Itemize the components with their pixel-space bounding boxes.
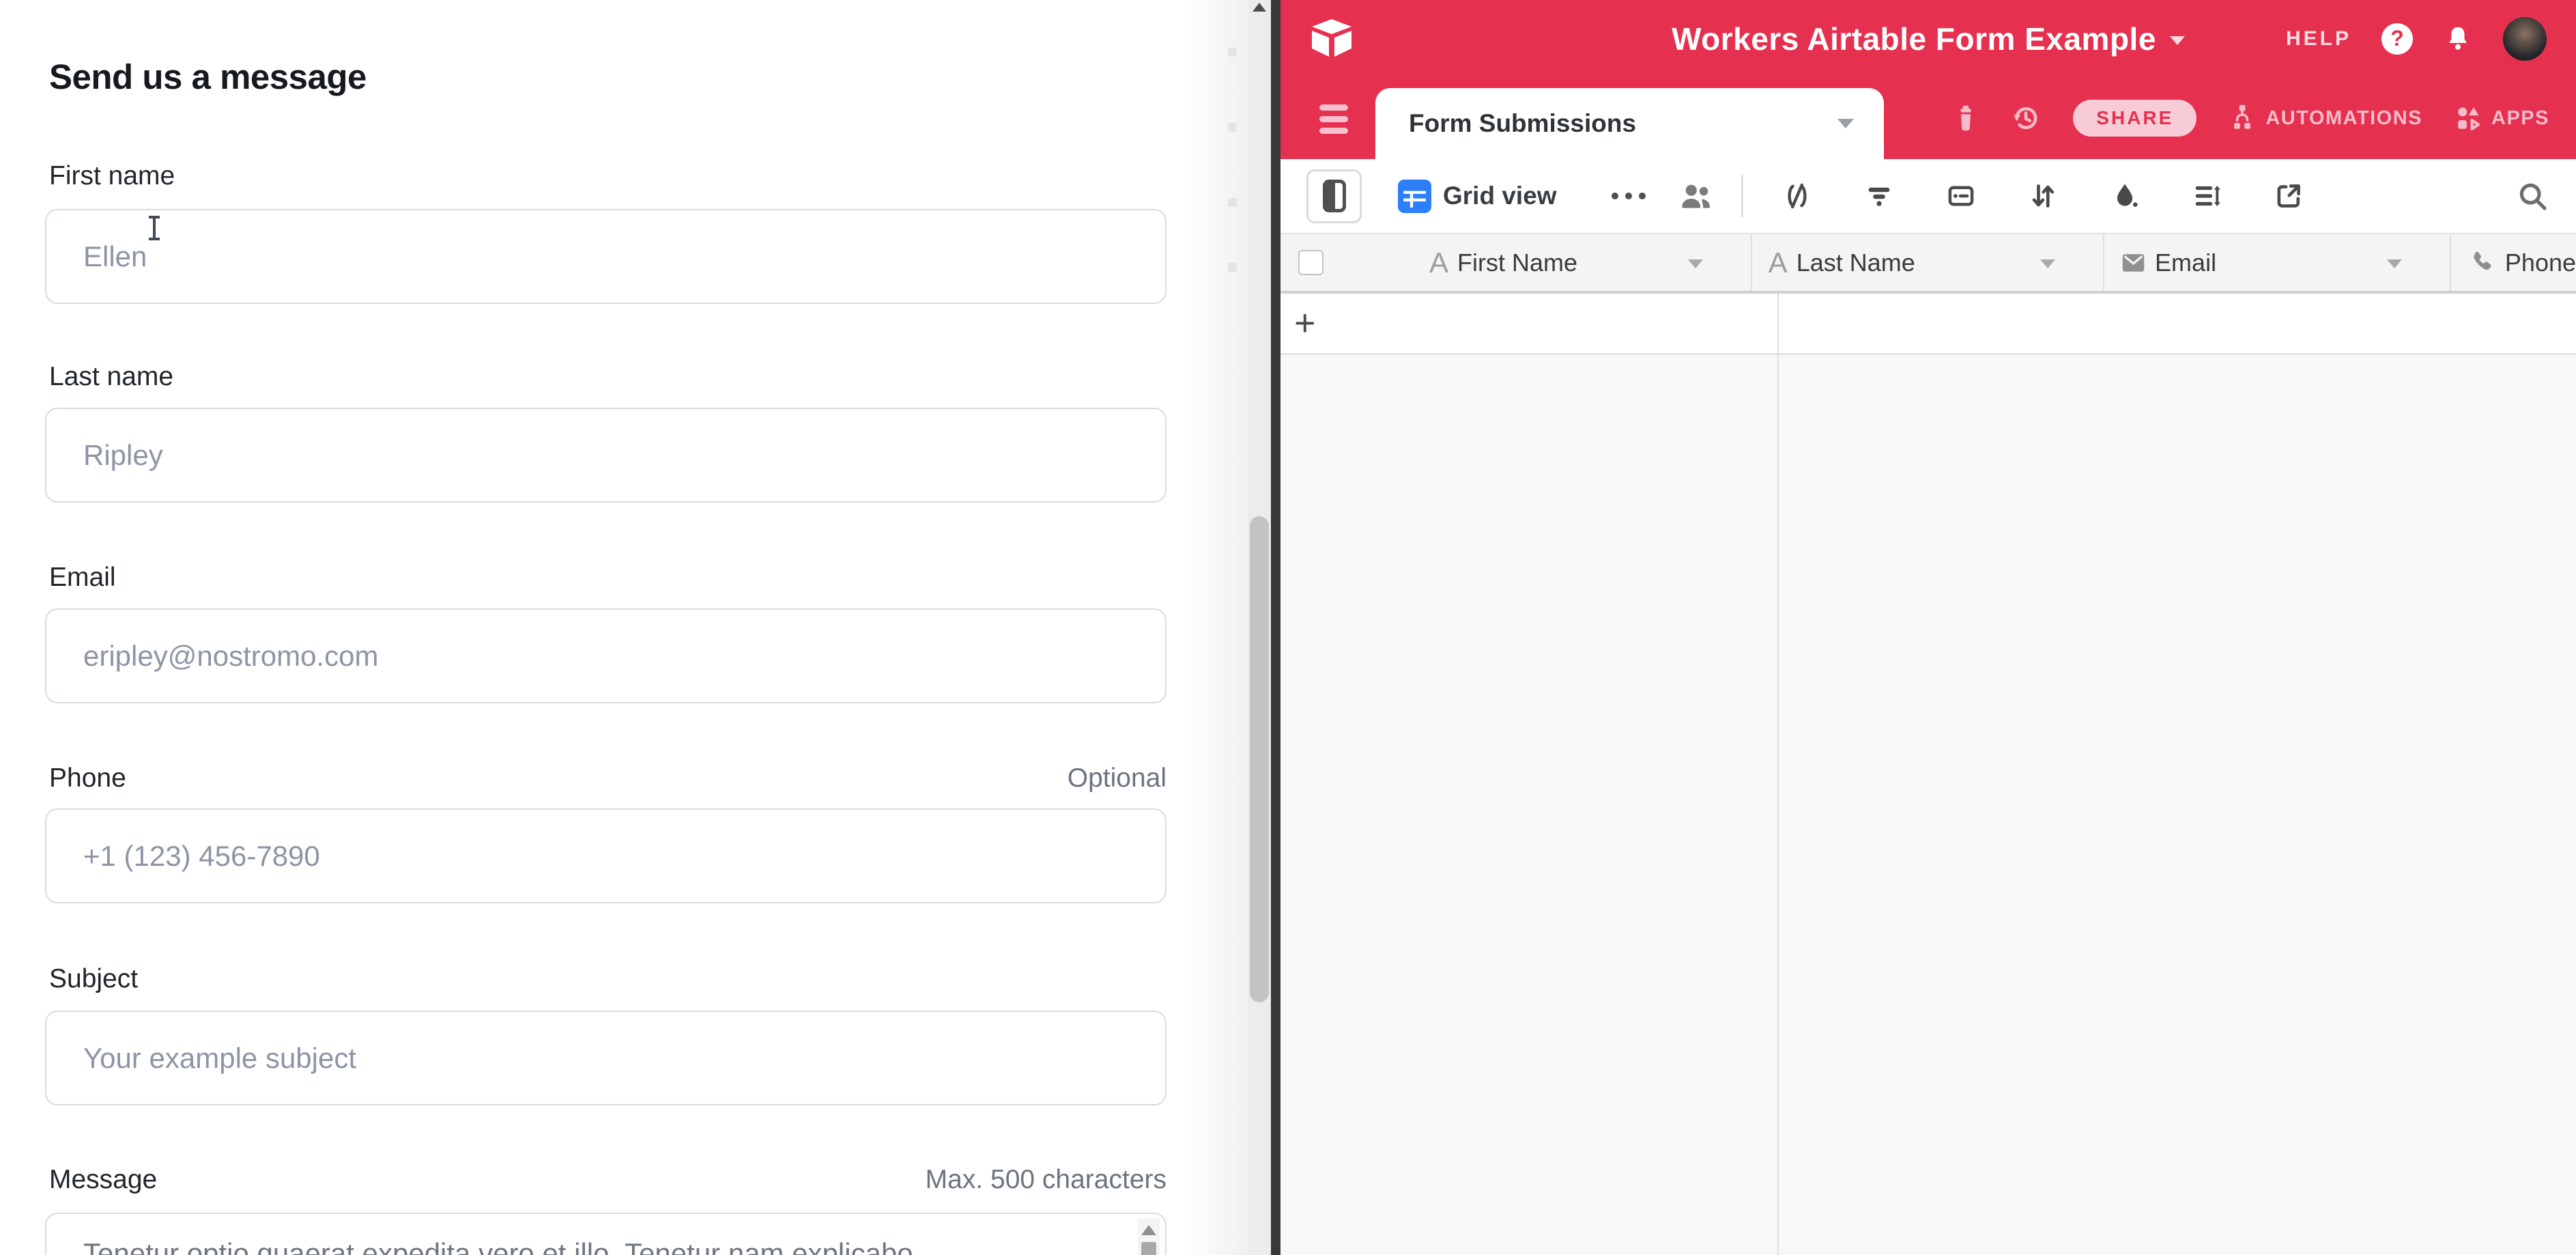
text-field-icon [1429,249,1448,277]
share-button[interactable]: SHARE [2073,100,2196,137]
color-fill-icon[interactable] [2109,180,2141,212]
help-button[interactable]: HELP [2286,27,2351,51]
text-cursor-icon [147,216,161,240]
search-icon[interactable] [2516,180,2549,212]
page-scrollbar-thumb[interactable] [1250,516,1269,1002]
chevron-down-icon[interactable] [1688,259,1703,268]
table-name: Form Submissions [1409,109,1636,138]
toggle-sidebar-button[interactable] [1306,169,1362,223]
form-title: Send us a message [49,57,367,97]
panel-icon [1323,180,1346,212]
filter-icon[interactable] [1863,180,1895,212]
open-view-icon[interactable] [2273,180,2304,212]
splitter-dot [1228,123,1237,132]
envelope-icon [2121,253,2146,273]
airtable-topbar: Workers Airtable Form Example HELP [1280,0,2576,77]
row-height-icon[interactable] [2191,180,2222,212]
first-name-placeholder: Ellen [83,240,147,273]
splitter-dot [1228,198,1237,207]
chevron-down-icon[interactable] [2170,36,2185,45]
message-textarea[interactable]: Tenetur optio quaerat expedita vero et i… [45,1213,1167,1255]
hamburger-menu-icon[interactable] [1319,104,1348,139]
first-name-label: First name [49,161,175,191]
message-scrollbar-thumb[interactable] [1141,1242,1156,1255]
frozen-column-divider [1777,294,1779,1255]
email-label: Email [49,563,116,593]
email-input[interactable]: eripley@nostromo.com [45,608,1167,703]
grid-header-row: First Name Last Name [1280,233,2576,294]
page-scrollbar[interactable] [1248,0,1271,1255]
message-label: Message [49,1165,157,1195]
airtable-pane: Workers Airtable Form Example HELP [1280,0,2576,1255]
subject-label: Subject [49,964,138,994]
column-header-phone[interactable]: Phone [2451,234,2576,291]
grid-view-icon[interactable] [1398,180,1431,213]
first-name-label-row: First name [49,161,1167,191]
text-field-icon [1769,249,1788,277]
phone-label: Phone [49,763,126,793]
tab-form-submissions[interactable]: Form Submissions [1375,88,1884,159]
last-name-placeholder: Ripley [83,439,163,472]
message-label-row: Message Max. 500 characters [49,1165,1167,1195]
view-toolbar: Grid view [1280,159,2576,233]
column-header-first-name[interactable]: First Name [1280,234,1752,291]
pane-edge-shadow [1183,0,1248,1255]
grid-empty-canvas [1280,355,2576,1255]
phone-placeholder: +1 (123) 456-7890 [83,840,320,873]
chevron-down-icon[interactable] [2387,259,2402,268]
window-divider[interactable] [1271,0,1280,1255]
scroll-up-icon[interactable] [1141,1225,1156,1235]
splitter-dot [1228,263,1237,272]
view-options-ellipsis-icon[interactable] [1612,193,1646,199]
select-all-checkbox[interactable] [1298,250,1323,275]
column-header-email[interactable]: Email [2104,234,2451,291]
phone-input[interactable]: +1 (123) 456-7890 [45,808,1167,903]
phone-label-row: Phone Optional [49,763,1167,793]
phone-field-icon [2467,249,2496,277]
subject-placeholder: Your example subject [83,1042,356,1075]
add-row-plus-icon[interactable]: + [1294,307,1316,340]
first-name-input[interactable]: Ellen [45,209,1167,304]
screenshot-root: Send us a message First name Ellen Last … [0,0,2576,1255]
user-avatar[interactable] [2503,17,2547,61]
apps-button[interactable]: APPS [2454,104,2549,132]
base-title: Workers Airtable Form Example [1672,20,2156,57]
subject-input[interactable]: Your example subject [45,1011,1167,1105]
last-name-label: Last name [49,362,173,392]
collaborators-icon[interactable] [1677,179,1714,213]
email-placeholder: eripley@nostromo.com [83,640,378,673]
automations-button[interactable]: AUTOMATIONS [2228,103,2422,133]
chevron-down-icon[interactable] [2040,259,2055,268]
toolbar-divider [1741,175,1743,217]
question-circle-icon[interactable] [2381,23,2413,55]
column-header-last-name[interactable]: Last Name [1752,234,2104,291]
table-tab-bar: Form Submissions [1280,77,2576,159]
scroll-up-icon[interactable] [1253,3,1266,12]
chevron-down-icon[interactable] [1837,119,1854,128]
trash-icon[interactable] [1953,104,1979,132]
hide-fields-icon[interactable] [1781,180,1813,212]
sort-icon[interactable] [2027,180,2059,212]
add-row[interactable]: + [1280,294,2576,355]
view-name[interactable]: Grid view [1443,182,1557,210]
history-icon[interactable] [2010,102,2042,134]
subject-label-row: Subject [49,964,1167,994]
last-name-input[interactable]: Ripley [45,408,1167,503]
message-text: Tenetur optio quaerat expedita vero et i… [83,1237,913,1255]
message-scrollbar[interactable] [1138,1218,1160,1255]
message-maxlength-hint: Max. 500 characters [926,1165,1167,1195]
group-icon[interactable] [1945,180,1977,212]
email-label-row: Email [49,563,1167,593]
notifications-bell-icon[interactable] [2443,24,2473,54]
airtable-logo-icon[interactable] [1309,18,1354,59]
contact-form-pane: Send us a message First name Ellen Last … [0,0,1271,1255]
last-name-label-row: Last name [49,362,1167,392]
splitter-dot [1228,48,1237,57]
phone-optional-hint: Optional [1068,763,1167,793]
